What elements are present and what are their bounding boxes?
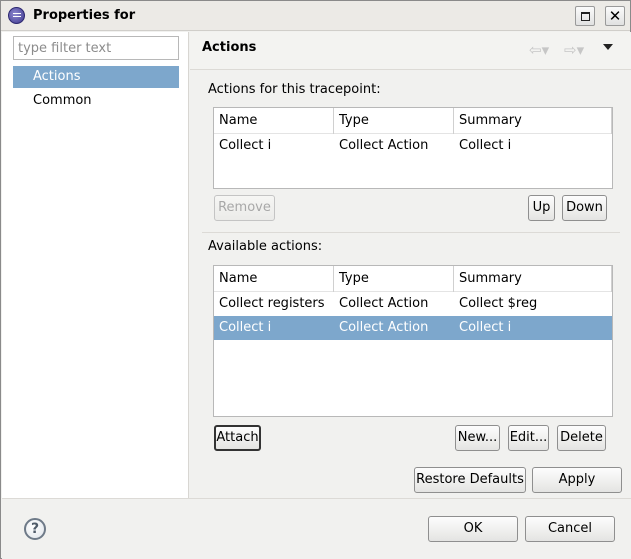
page-title: Actions bbox=[202, 40, 257, 55]
table-row-selected[interactable]: Collect i Collect Action Collect i bbox=[214, 316, 612, 340]
cell-type: Collect Action bbox=[339, 320, 429, 335]
close-icon: ✕ bbox=[608, 6, 622, 25]
apply-button[interactable]: Apply bbox=[532, 467, 622, 493]
sidebar-item-actions[interactable]: Actions bbox=[13, 66, 179, 88]
actions-page: Actions ⇦▾ ⇨▾ Actions for this tracepoin… bbox=[190, 32, 631, 498]
maximize-icon bbox=[580, 11, 590, 21]
column-header-summary[interactable]: Summary bbox=[454, 108, 612, 134]
preference-navigation: Actions Common bbox=[2, 32, 189, 498]
column-header-name[interactable]: Name bbox=[214, 266, 334, 292]
cell-summary: Collect $reg bbox=[459, 296, 538, 311]
properties-dialog: Properties for ✕ Actions Common Actions … bbox=[0, 0, 631, 559]
sidebar-item-common[interactable]: Common bbox=[13, 90, 179, 112]
down-button[interactable]: Down bbox=[562, 195, 607, 221]
cell-summary: Collect i bbox=[459, 320, 512, 335]
column-header-name[interactable]: Name bbox=[214, 108, 334, 134]
table-row[interactable]: Collect registers Collect Action Collect… bbox=[214, 292, 612, 316]
section-divider bbox=[202, 232, 620, 233]
page-header: Actions ⇦▾ ⇨▾ bbox=[190, 32, 631, 70]
help-icon[interactable]: ? bbox=[24, 518, 46, 540]
close-button[interactable]: ✕ bbox=[605, 6, 625, 26]
cell-type: Collect Action bbox=[339, 138, 429, 153]
table-header: Name Type Summary bbox=[214, 108, 612, 134]
maximize-button[interactable] bbox=[575, 6, 595, 26]
cell-type: Collect Action bbox=[339, 296, 429, 311]
eclipse-app-icon bbox=[8, 7, 25, 24]
restore-defaults-button[interactable]: Restore Defaults bbox=[414, 467, 526, 493]
dialog-title: Properties for bbox=[33, 8, 136, 23]
edit-button[interactable]: Edit... bbox=[508, 425, 549, 451]
view-menu-icon[interactable] bbox=[603, 44, 613, 50]
filter-input[interactable] bbox=[13, 36, 179, 60]
cell-name: Collect i bbox=[219, 138, 272, 153]
column-header-summary[interactable]: Summary bbox=[454, 266, 612, 292]
cell-name: Collect i bbox=[219, 320, 272, 335]
table-row[interactable]: Collect i Collect Action Collect i bbox=[214, 134, 612, 158]
attach-button[interactable]: Attach bbox=[214, 425, 261, 451]
forward-arrow-icon[interactable]: ⇨▾ bbox=[564, 41, 584, 59]
new-button[interactable]: New... bbox=[455, 425, 500, 451]
available-actions-table[interactable]: Name Type Summary Collect registers Coll… bbox=[213, 265, 613, 417]
column-header-type[interactable]: Type bbox=[334, 108, 454, 134]
remove-button[interactable]: Remove bbox=[214, 195, 275, 221]
tracepoint-actions-table[interactable]: Name Type Summary Collect i Collect Acti… bbox=[213, 107, 613, 189]
cell-name: Collect registers bbox=[219, 296, 325, 311]
title-bar[interactable]: Properties for ✕ bbox=[1, 1, 630, 31]
ok-button[interactable]: OK bbox=[428, 516, 518, 542]
tracepoint-actions-label: Actions for this tracepoint: bbox=[208, 82, 381, 97]
up-button[interactable]: Up bbox=[528, 195, 555, 221]
back-arrow-icon[interactable]: ⇦▾ bbox=[529, 41, 549, 59]
delete-button[interactable]: Delete bbox=[557, 425, 606, 451]
dialog-button-bar: ? OK Cancel bbox=[2, 498, 631, 559]
table-header: Name Type Summary bbox=[214, 266, 612, 292]
column-header-type[interactable]: Type bbox=[334, 266, 454, 292]
available-actions-label: Available actions: bbox=[208, 239, 323, 254]
cancel-button[interactable]: Cancel bbox=[525, 516, 615, 542]
cell-summary: Collect i bbox=[459, 138, 512, 153]
